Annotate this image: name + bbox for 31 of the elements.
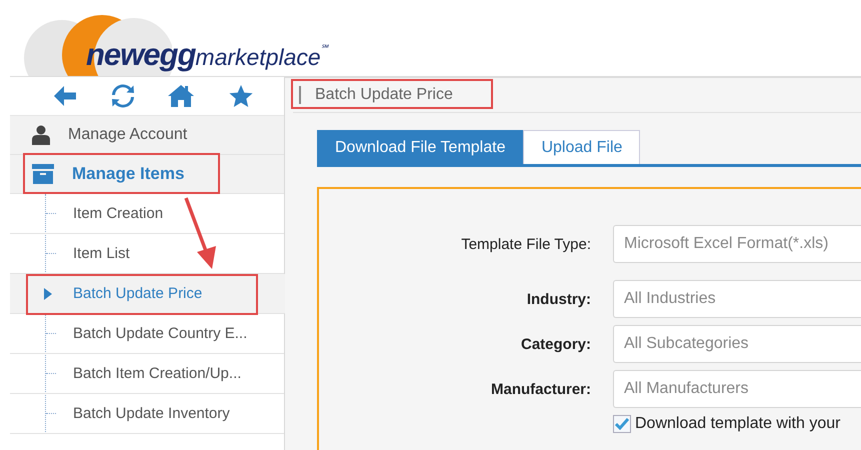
- sidebar-submenu-item[interactable]: Item Creation: [10, 194, 284, 234]
- person-icon: [32, 125, 50, 145]
- back-arrow-icon[interactable]: [52, 84, 78, 108]
- sidebar-menu-item[interactable]: Manage Account: [10, 116, 284, 155]
- home-icon[interactable]: [167, 84, 196, 108]
- dropdown-field[interactable]: All Industries: [613, 280, 861, 318]
- field-label: Category:: [520, 336, 591, 352]
- star-icon[interactable]: [228, 84, 254, 108]
- dropdown-field[interactable]: All Manufacturers: [613, 370, 861, 408]
- sidebar-menu-item[interactable]: Manage Items: [10, 155, 284, 194]
- dropdown-field[interactable]: Microsoft Excel Format(*.xls): [613, 225, 861, 263]
- refresh-icon[interactable]: [110, 84, 135, 108]
- field-label: Industry:: [526, 290, 591, 308]
- tab[interactable]: Download File Template: [317, 130, 524, 164]
- field-label: Template File Type:: [460, 236, 591, 252]
- menu-label: Manage Account: [68, 126, 188, 144]
- triangle-icon: [44, 288, 52, 300]
- sidebar-submenu-item[interactable]: Batch Item Creation/Up...: [10, 354, 284, 394]
- checkbox-label: Download template with your: [635, 415, 840, 433]
- sidebar-submenu-item[interactable]: Batch Update Price: [10, 274, 285, 314]
- sidebar-submenu-item[interactable]: Batch Update Inventory: [10, 394, 284, 434]
- archive-box-icon: [32, 164, 54, 184]
- sidebar-submenu-item[interactable]: Batch Update Country E...: [10, 314, 284, 354]
- tab[interactable]: Upload File: [523, 130, 640, 164]
- service-mark: ℠: [320, 42, 328, 55]
- field-label: Manufacturer:: [490, 380, 591, 398]
- checkbox[interactable]: [613, 415, 631, 433]
- dropdown-field[interactable]: All Subcategories: [613, 325, 861, 363]
- breadcrumb-title: Batch Update Price: [299, 86, 453, 104]
- menu-label: Manage Items: [72, 164, 184, 184]
- logo-suffix: marketplace: [195, 43, 321, 70]
